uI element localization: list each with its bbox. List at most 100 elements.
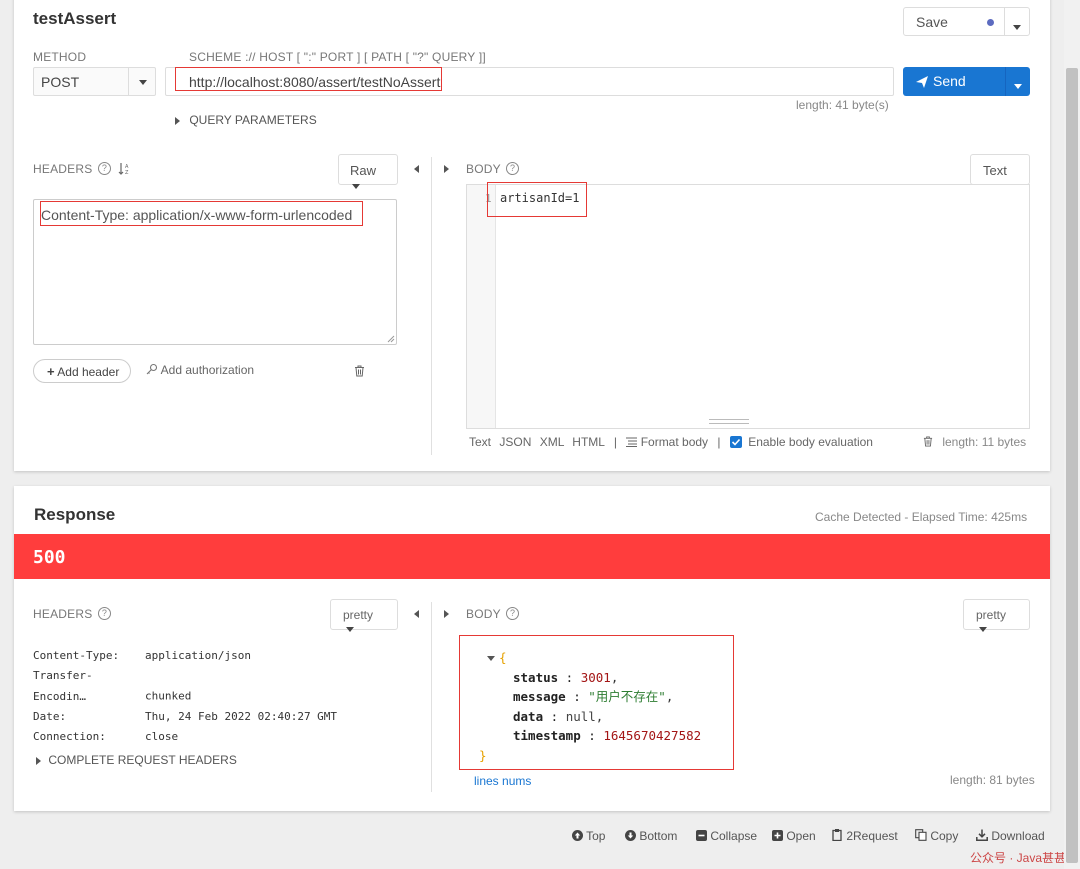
checkmark-icon [731,438,740,446]
response-body-label: BODY ? [466,607,520,621]
collapse-left-icon[interactable] [414,610,419,618]
clipboard-icon [832,829,842,842]
format-body-label: Format body [640,435,709,449]
response-headers-label: HEADERS ? [33,607,111,621]
response-headers-mode-select[interactable]: pretty [330,599,398,633]
json-row: data : null, [513,708,604,724]
headers-highlight-box [40,201,363,226]
header-row: Connection: close [33,730,179,744]
header-row: Date: Thu, 24 Feb 2022 02:40:27 GMT [33,709,338,723]
body-mode-value: Text [983,163,1007,178]
resize-handle-icon[interactable] [387,335,395,343]
json-row: status : 3001, [513,669,619,685]
save-options-button[interactable] [1004,7,1030,36]
chevron-down-icon [979,627,987,633]
json-viewer: { status : 3001, message : "用户不存在", data… [479,648,701,766]
copy-link[interactable]: Copy [915,829,958,843]
headers-mode-select[interactable]: Raw [338,154,398,190]
lines-nums-link[interactable]: lines nums [474,774,531,788]
response-headers-list: Content-Type: application/json Transfer-E… [33,646,337,747]
toolbar-divider: | [717,435,721,449]
method-value: POST [41,74,80,90]
body-format-toolbar: Text JSON XML HTML | Format body | Enabl… [469,435,873,449]
status-bar [14,534,1050,579]
query-parameters-toggle[interactable]: QUERY PARAMETERS [175,113,317,127]
add-header-label: Add header [57,365,120,379]
request-title: testAssert [33,9,117,28]
scrollbar-thumb[interactable] [1066,68,1078,863]
response-title: Response [34,505,116,524]
unsaved-dot-icon [987,19,994,26]
enable-eval-checkbox[interactable] [729,436,742,448]
plus-square-icon [772,830,783,841]
svg-text:Z: Z [125,170,129,175]
header-row: Content-Type: application/json [33,649,251,662]
trash-icon[interactable] [923,436,933,447]
body-mode-select[interactable]: Text [970,154,1030,190]
bottom-link[interactable]: Bottom [625,829,677,843]
collapse-left-icon[interactable] [414,165,419,173]
request-headers-label: HEADERS ? A Z [33,162,130,176]
chevron-down-icon [139,80,147,85]
add-authorization-label: Add authorization [160,363,255,377]
help-icon[interactable]: ? [506,607,520,620]
enable-eval-label: Enable body evaluation [748,435,873,449]
format-text-link[interactable]: Text [469,435,491,449]
save-button[interactable]: Save [903,7,1005,36]
top-link[interactable]: Top [572,829,605,843]
send-button[interactable]: Send [903,67,1005,96]
header-row: Transfer-Encodin… chunked [33,669,192,703]
expand-arrow-icon [175,116,180,125]
format-body-button[interactable]: Format body [626,435,711,449]
trash-icon[interactable] [354,365,365,377]
collapse-arrow-icon[interactable] [487,656,495,661]
body-highlight-box [487,182,587,217]
editor-resize-grip[interactable] [709,419,749,424]
response-splitter[interactable] [431,602,432,792]
download-link[interactable]: Download [976,829,1045,843]
download-icon [976,829,988,841]
response-body-mode-select[interactable]: pretty [963,599,1030,633]
add-header-button[interactable]: + Add header [33,359,131,383]
headers-mode-value: Raw [350,163,377,178]
format-html-link[interactable]: HTML [572,435,604,449]
help-icon[interactable]: ? [506,162,520,175]
add-authorization-link[interactable]: Add authorization [146,363,254,377]
open-link[interactable]: Open [772,829,816,843]
method-dropdown-divider [128,68,129,95]
arrow-down-circle-icon [625,830,636,841]
expand-arrow-icon [36,756,41,765]
chevron-down-icon [1013,25,1021,31]
copy-icon [915,829,927,841]
help-icon[interactable]: ? [97,607,111,620]
collapse-link[interactable]: Collapse [696,829,757,843]
status-code: 500 [33,547,66,568]
key-icon [146,363,158,375]
line-number-gutter [467,185,496,428]
send-options-button[interactable] [1005,67,1030,96]
chevron-down-icon [346,627,354,633]
to-request-link[interactable]: 2Request [832,829,898,843]
collapse-right-icon[interactable] [444,165,449,173]
collapse-right-icon[interactable] [444,610,449,618]
panel-splitter[interactable] [431,157,432,455]
chevron-down-icon [1014,84,1022,90]
json-close-line: } [479,747,487,763]
body-editor[interactable]: 1 artisanId=1 [466,184,1030,429]
method-label: METHOD [33,50,87,64]
complete-headers-toggle[interactable]: COMPLETE REQUEST HEADERS [36,753,237,767]
request-body-length: length: 11 bytes [923,435,1026,449]
format-json-link[interactable]: JSON [499,435,531,449]
cache-info: Cache Detected - Elapsed Time: 425ms [815,510,1028,524]
help-icon[interactable]: ? [97,162,111,175]
send-icon [916,76,928,88]
json-open-line: { [479,648,701,668]
sort-alpha-icon[interactable]: A Z [118,162,130,176]
save-label: Save [916,14,948,30]
method-select[interactable]: POST [33,67,156,96]
toolbar-divider: | [613,435,617,449]
minus-square-icon [696,830,707,841]
url-length: length: 41 byte(s) [796,98,889,112]
json-row: timestamp : 1645670427582 [513,728,702,744]
format-xml-link[interactable]: XML [540,435,564,449]
